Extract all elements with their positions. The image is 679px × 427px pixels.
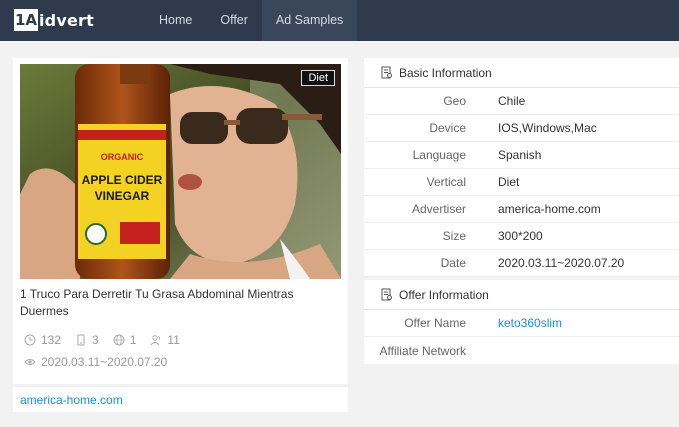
advertiser-link[interactable]: america-home.com	[20, 393, 123, 407]
info-value: america-home.com	[498, 202, 601, 216]
ad-card-footer: america-home.com	[13, 386, 348, 412]
stat-geos: 1	[113, 333, 137, 347]
info-row-size: Size 300*200	[364, 223, 679, 250]
svg-text:APPLE CIDER: APPLE CIDER	[82, 173, 163, 187]
top-navbar: 1A idvert Home Offer Ad Samples	[0, 0, 679, 41]
nav-ad-samples[interactable]: Ad Samples	[261, 0, 358, 41]
mobile-icon	[77, 334, 85, 346]
offer-key: Offer Name	[404, 316, 466, 330]
stat-geos-value: 1	[129, 333, 137, 347]
offer-row-name: Offer Name keto360slim	[364, 310, 679, 337]
info-row-device: Device IOS,Windows,Mac	[364, 115, 679, 142]
offer-row-network: Affiliate Network	[364, 337, 679, 364]
users-icon	[151, 335, 161, 346]
stat-devices: 3	[75, 333, 99, 347]
ad-date-row: 2020.03.11~2020.07.20	[24, 355, 167, 369]
offer-key: Affiliate Network	[379, 343, 466, 358]
info-value: IOS,Windows,Mac	[498, 121, 597, 135]
svg-text:ORGANIC: ORGANIC	[101, 152, 144, 162]
info-key: Advertiser	[411, 202, 466, 216]
info-value: 300*200	[498, 229, 543, 243]
basic-info-header: Basic Information	[364, 58, 679, 88]
info-value: Diet	[498, 175, 520, 189]
offer-info-panel: Offer Information Offer Name keto360slim …	[364, 280, 679, 364]
basic-info-title: Basic Information	[399, 65, 492, 80]
stat-devices-value: 3	[92, 333, 99, 347]
info-row-date: Date 2020.03.11~2020.07.20	[364, 250, 679, 277]
info-value: 2020.03.11~2020.07.20	[498, 256, 625, 270]
stat-views: 132	[24, 333, 61, 347]
info-row-language: Language Spanish	[364, 142, 679, 169]
stat-users-value: 11	[167, 333, 180, 347]
info-value: Spanish	[498, 148, 542, 162]
globe-icon	[113, 334, 125, 346]
ad-card: ORGANIC APPLE CIDER VINEGAR Diet 1 Truco…	[13, 58, 348, 384]
stat-users: 11	[150, 333, 180, 347]
info-value: Chile	[498, 94, 526, 108]
main-nav: Home Offer Ad Samples	[145, 0, 358, 41]
ad-stats: 132 3 1 11	[24, 333, 180, 347]
info-key: Geo	[443, 94, 466, 108]
eye-icon	[24, 359, 36, 365]
info-key: Device	[429, 121, 466, 135]
basic-info-panel: Basic Information Geo Chile Device IOS,Win…	[364, 58, 679, 277]
logo-mark: 1A	[14, 9, 38, 31]
woman-drinking-vinegar-image: ORGANIC APPLE CIDER VINEGAR	[20, 64, 341, 279]
logo-text: idvert	[39, 10, 94, 30]
ad-title[interactable]: 1 Truco Para Derretir Tu Grasa Abdominal…	[20, 286, 336, 320]
clock-icon	[24, 334, 36, 346]
stat-views-value: 132	[41, 333, 62, 347]
ad-image[interactable]: ORGANIC APPLE CIDER VINEGAR Diet	[20, 64, 341, 279]
info-row-advertiser: Advertiser america-home.com	[364, 196, 679, 223]
nav-home[interactable]: Home	[145, 0, 206, 41]
info-key: Size	[442, 229, 466, 243]
document-icon	[381, 288, 392, 301]
info-key: Language	[412, 148, 466, 162]
vertical-tag: Diet	[301, 70, 335, 86]
offer-info-title: Offer Information	[399, 287, 489, 302]
info-key: Vertical	[426, 175, 466, 189]
info-row-vertical: Vertical Diet	[364, 169, 679, 196]
logo[interactable]: 1A idvert	[14, 9, 94, 31]
offer-info-header: Offer Information	[364, 280, 679, 310]
offer-name-link[interactable]: keto360slim	[466, 316, 562, 330]
info-key: Date	[440, 256, 466, 270]
ad-date-range: 2020.03.11~2020.07.20	[41, 355, 168, 369]
nav-offer[interactable]: Offer	[206, 0, 262, 41]
svg-text:VINEGAR: VINEGAR	[95, 189, 150, 203]
info-row-geo: Geo Chile	[364, 88, 679, 115]
document-icon	[381, 66, 392, 79]
